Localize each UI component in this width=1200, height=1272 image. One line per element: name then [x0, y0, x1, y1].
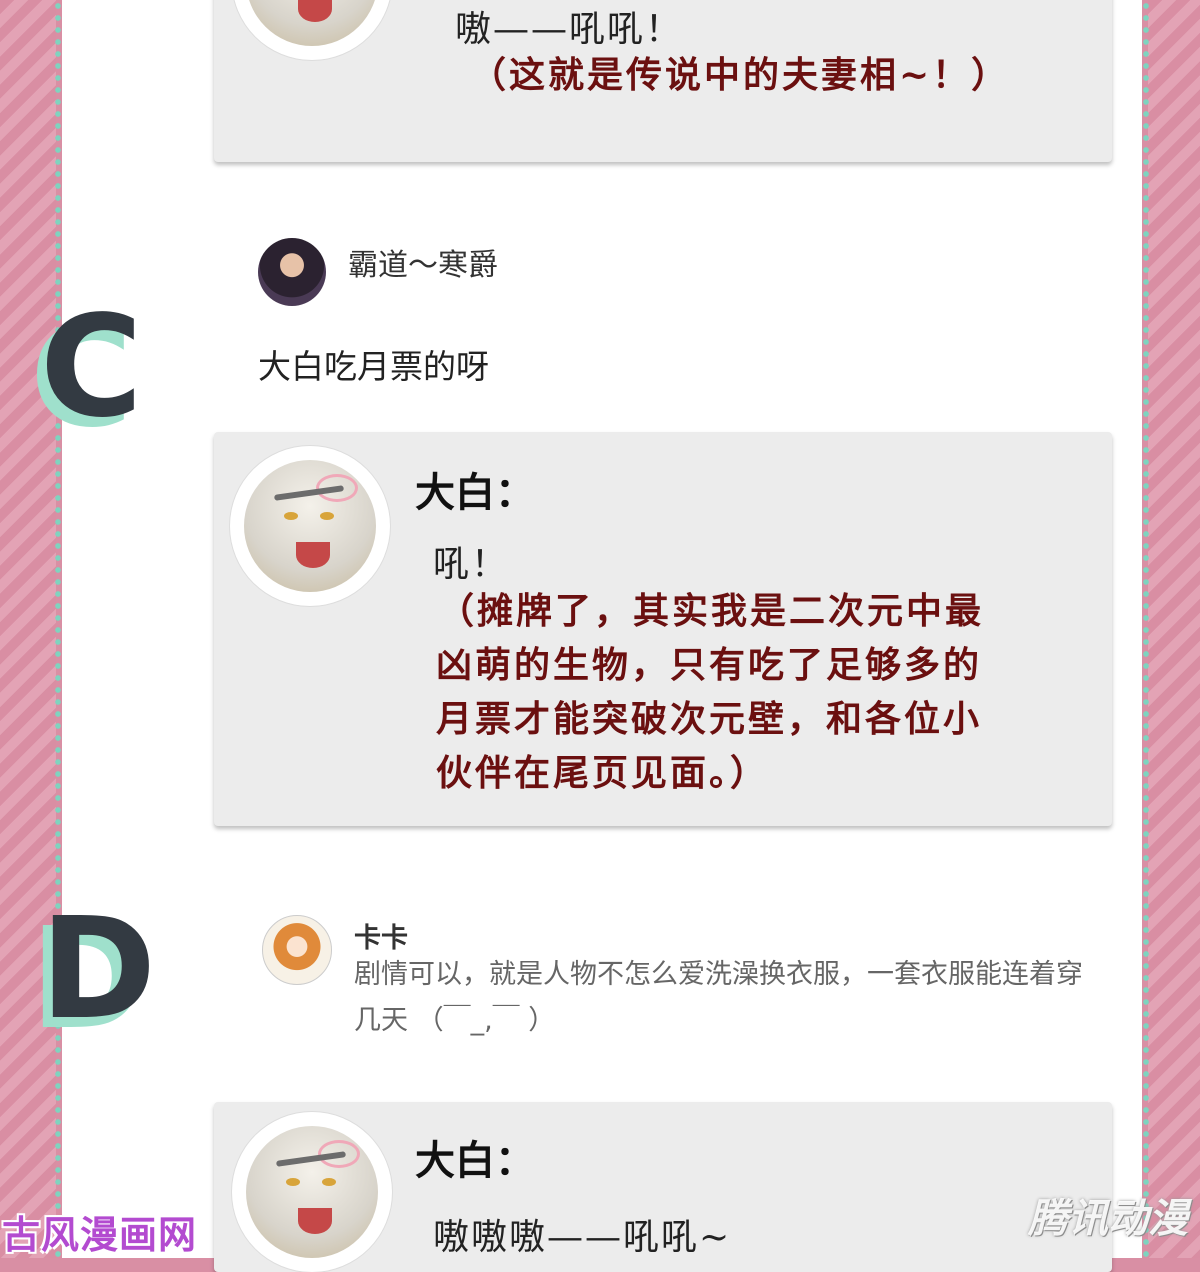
watermark-gufeng: 古风漫画网	[2, 1213, 198, 1257]
reply-line-2: 凶萌的生物，只有吃了足够多的	[436, 644, 983, 686]
tiger-icon	[244, 460, 376, 592]
top-roar-text: 嗷——吼吼！	[455, 9, 684, 50]
comment-username[interactable]: 霸道～寒爵	[348, 240, 498, 284]
comment-text: 剧情可以，就是人物不怎么爱洗澡换衣服，一套衣服能连着穿几天 （￣_,￣ ）	[354, 959, 1083, 1036]
watermark-tencent: 腾讯动漫	[1028, 1196, 1188, 1242]
comment-text: 大白吃月票的呀	[258, 347, 489, 386]
reply-roar-text: 嗷嗷嗷——吼吼~	[433, 1217, 732, 1258]
user-avatar-kaka[interactable]	[262, 915, 332, 985]
reply-speaker-label: 大白：	[415, 470, 535, 516]
reply-speaker-label: 大白：	[415, 1138, 535, 1184]
left-striped-border	[0, 0, 56, 1258]
reply-line-4: 伙伴在尾页见面。）	[436, 752, 770, 794]
right-dotted-line	[1142, 0, 1150, 1258]
section-letter-d: D	[40, 888, 157, 1051]
reply-line-1: （摊牌了，其实我是二次元中最	[438, 590, 985, 632]
reply-line-3: 月票才能突破次元壁，和各位小	[436, 698, 983, 740]
tiger-icon	[246, 0, 378, 46]
section-letter-c: C	[40, 286, 143, 449]
tiger-icon	[246, 1126, 378, 1258]
reply-roar-text: 吼！	[433, 544, 510, 585]
dabai-avatar-d	[232, 1112, 392, 1272]
user-avatar-badao[interactable]	[258, 238, 326, 306]
comment-username[interactable]: 卡卡	[354, 916, 408, 955]
dabai-avatar-c	[230, 446, 390, 606]
left-dotted-line	[54, 0, 62, 1258]
right-striped-border	[1148, 0, 1200, 1258]
top-note-text: （这就是传说中的夫妻相~！）	[470, 54, 1011, 96]
